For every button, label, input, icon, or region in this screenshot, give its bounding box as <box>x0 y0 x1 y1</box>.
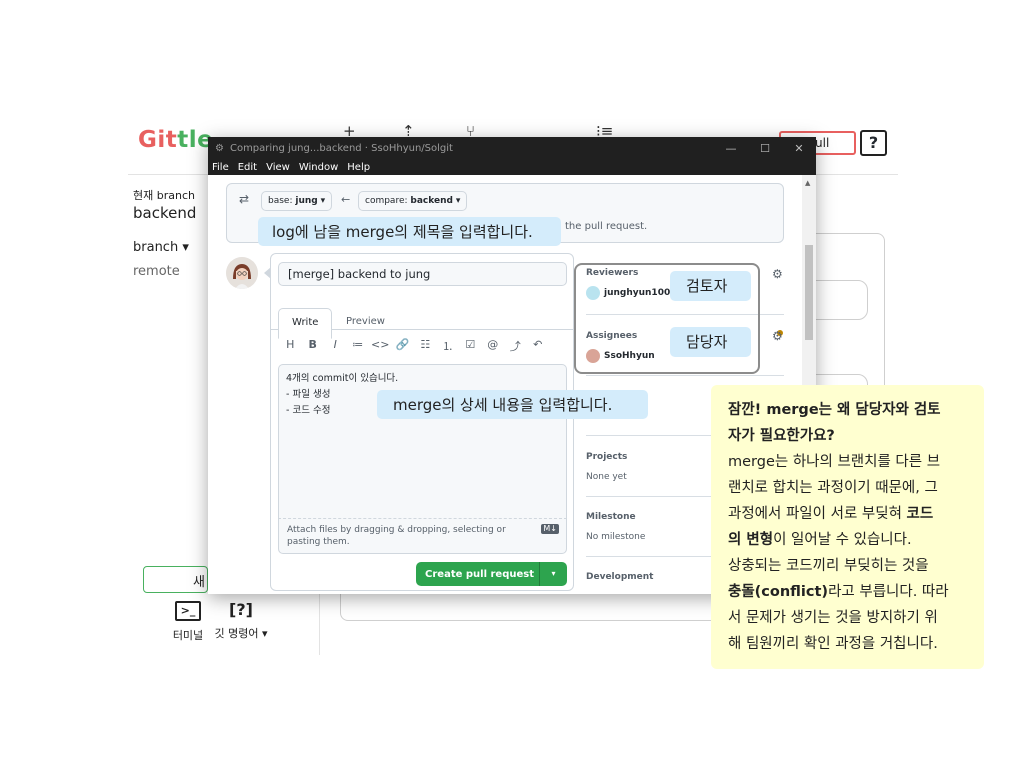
note-line: 랜치로 합치는 과정이기 때문에, 그 <box>728 480 938 496</box>
scroll-up-icon[interactable]: ▲ <box>805 179 810 187</box>
remote-label[interactable]: remote <box>133 264 180 279</box>
attach-files-area[interactable]: Attach files by dragging & dropping, sel… <box>278 518 567 554</box>
quote-icon[interactable]: ≔ <box>347 338 370 356</box>
current-branch-value: backend <box>133 204 197 222</box>
note-heading: 자가 필요한가요? <box>728 428 835 444</box>
sidebar-divider <box>586 375 784 376</box>
create-pull-request-button[interactable]: Create pull request ▾ <box>416 562 567 586</box>
note-line: 상충되는 코드끼리 부딪히는 것을 <box>728 558 929 574</box>
menu-bar: File Edit View Window Help <box>208 159 816 175</box>
compare-icon: ⇄ <box>239 192 250 206</box>
pr-title-input[interactable]: [merge] backend to jung <box>278 262 567 286</box>
menu-view[interactable]: View <box>266 162 290 173</box>
branch-dropdown[interactable]: branch ▾ <box>133 240 189 255</box>
close-button[interactable]: ✕ <box>782 142 816 155</box>
pr-body-textarea[interactable]: 4개의 commit이 있습니다. - 파일 생성 - 코드 수정 <box>278 364 567 518</box>
note-line: merge는 하나의 브랜치를 다른 브 <box>728 454 941 470</box>
help-button[interactable]: ? <box>860 130 887 156</box>
menu-file[interactable]: File <box>212 162 229 173</box>
git-command-icon: [?] <box>229 600 253 619</box>
italic-icon[interactable]: I <box>324 338 347 356</box>
note-line: 의 변형이 일어날 수 있습니다. <box>728 532 912 548</box>
bullet-list-icon[interactable]: ☷ <box>414 338 437 356</box>
title-bar: ⚙ Comparing jung...backend · SsoHhyun/So… <box>208 137 816 159</box>
reply-icon[interactable]: ↶ <box>527 338 550 356</box>
chevron-down-icon[interactable]: ▾ <box>539 562 567 586</box>
body-line: 4개의 commit이 있습니다. <box>286 373 399 384</box>
compare-note: the pull request. <box>565 221 648 232</box>
code-icon[interactable]: <> <box>369 338 392 356</box>
git-command-button[interactable]: [?] 깃 명령어 ▾ <box>210 599 272 641</box>
compare-branch-select[interactable]: compare: backend ▾ <box>358 191 468 211</box>
note-line: 서 문제가 생기는 것을 방지하기 위 <box>728 610 938 626</box>
current-branch-label: 현재 branch <box>133 189 195 202</box>
note-heading: 잠깐! merge는 왜 담당자와 검토 <box>728 402 941 418</box>
link-icon[interactable]: 🔗 <box>392 338 415 356</box>
title-hint-callout: log에 남을 merge의 제목을 입력합니다. <box>258 217 561 246</box>
terminal-label: 터미널 <box>172 629 204 642</box>
gittle-logo: Gittle <box>138 127 214 153</box>
note-line: 해 팀원끼리 확인 과정을 거칩니다. <box>728 636 938 652</box>
pull-request-form: [merge] backend to jung Write Preview H … <box>270 253 574 591</box>
note-line: 과정에서 파일이 서로 부딪혀 코드 <box>728 506 934 522</box>
avatar <box>226 257 258 289</box>
attach-text: Attach files by dragging & dropping, sel… <box>287 525 506 547</box>
terminal-button[interactable]: >_ 터미널 <box>168 601 208 643</box>
markdown-toolbar: H B I ≔ <> 🔗 ☷ ⒈ ☑ @ ⤴ ↶ <box>279 338 569 356</box>
bold-icon[interactable]: B <box>302 338 325 356</box>
menu-edit[interactable]: Edit <box>238 162 257 173</box>
reference-icon[interactable]: ⤴ <box>504 338 527 356</box>
explanation-note: 잠깐! merge는 왜 담당자와 검토 자가 필요한가요? merge는 하나… <box>711 385 984 669</box>
markdown-icon: M↓ <box>541 524 559 534</box>
scrollbar-thumb[interactable] <box>805 245 813 340</box>
arrow-left-icon: ← <box>341 193 351 206</box>
tab-write[interactable]: Write <box>278 308 333 339</box>
reviewers-gear-icon[interactable]: ⚙ <box>772 267 783 281</box>
assignees-gear-icon[interactable]: ⚙ <box>772 329 783 343</box>
menu-window[interactable]: Window <box>299 162 338 173</box>
git-command-label: 깃 명령어 ▾ <box>214 627 268 640</box>
create-pull-request-label: Create pull request <box>425 568 534 580</box>
reviewer-hint-callout: 검토자 <box>670 271 751 301</box>
assignee-hint-callout: 담당자 <box>670 327 751 357</box>
app-icon: ⚙ <box>215 142 224 154</box>
maximize-button[interactable]: ☐ <box>748 142 782 155</box>
heading-icon[interactable]: H <box>279 338 302 356</box>
minimize-button[interactable]: — <box>714 142 748 155</box>
window-title: Comparing jung...backend · SsoHhyun/Solg… <box>229 142 453 154</box>
mention-icon[interactable]: @ <box>482 338 505 356</box>
editor-tabs: Write Preview <box>271 300 573 339</box>
task-list-icon[interactable]: ☑ <box>459 338 482 356</box>
note-line: 충돌(conflict)라고 부릅니다. 따라 <box>728 584 949 600</box>
new-button[interactable]: 새 <box>143 566 208 593</box>
body-hint-callout: merge의 상세 내용을 입력합니다. <box>377 390 648 419</box>
base-branch-select[interactable]: base: jung ▾ <box>261 191 333 211</box>
numbered-list-icon[interactable]: ⒈ <box>437 338 460 356</box>
menu-help[interactable]: Help <box>347 162 370 173</box>
tab-preview[interactable]: Preview <box>333 308 398 339</box>
terminal-icon: >_ <box>175 601 201 621</box>
